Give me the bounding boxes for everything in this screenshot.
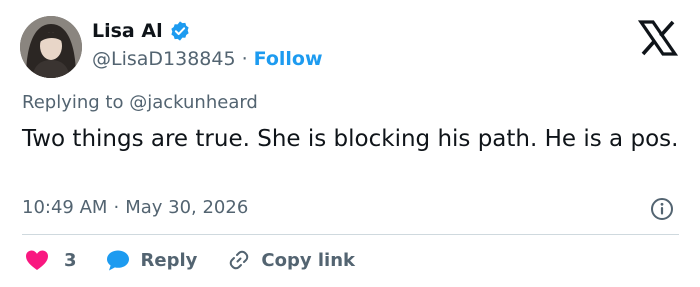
author-handle-row: @LisaD138845 · Follow [92, 48, 323, 70]
replying-handle-link[interactable]: @jackunheard [129, 92, 258, 113]
replying-prefix: Replying to [22, 92, 124, 113]
action-bar: 3 Reply Copy link [24, 246, 355, 274]
tweet-date[interactable]: May 30, 2026 [125, 197, 248, 218]
tweet-time[interactable]: 10:49 AM [22, 197, 107, 218]
copy-link-button[interactable]: Copy link [227, 248, 355, 272]
time-separator: · [113, 197, 120, 218]
handle-separator: · [241, 48, 248, 70]
author-handle[interactable]: @LisaD138845 [92, 48, 236, 70]
avatar-photo [20, 16, 82, 78]
speech-bubble-icon [106, 250, 129, 271]
reply-label: Reply [140, 249, 198, 271]
like-count: 3 [64, 249, 77, 271]
verified-badge-icon [169, 20, 191, 42]
author-name[interactable]: Lisa Al [92, 20, 163, 42]
replying-to: Replying to @jackunheard [22, 92, 258, 113]
heart-icon [26, 250, 48, 270]
x-logo-icon[interactable] [637, 20, 679, 56]
author-name-row: Lisa Al [92, 20, 191, 42]
like-button[interactable]: 3 [24, 248, 77, 272]
follow-button[interactable]: Follow [254, 48, 323, 70]
copy-link-label: Copy link [261, 249, 355, 271]
reply-button[interactable]: Reply [105, 248, 198, 272]
divider [22, 234, 679, 235]
tweet-text: Two things are true. She is blocking his… [22, 126, 679, 152]
info-icon[interactable] [650, 197, 674, 221]
link-icon [230, 250, 249, 270]
avatar[interactable] [20, 16, 82, 78]
tweet-timestamp[interactable]: 10:49 AM · May 30, 2026 [22, 197, 248, 218]
